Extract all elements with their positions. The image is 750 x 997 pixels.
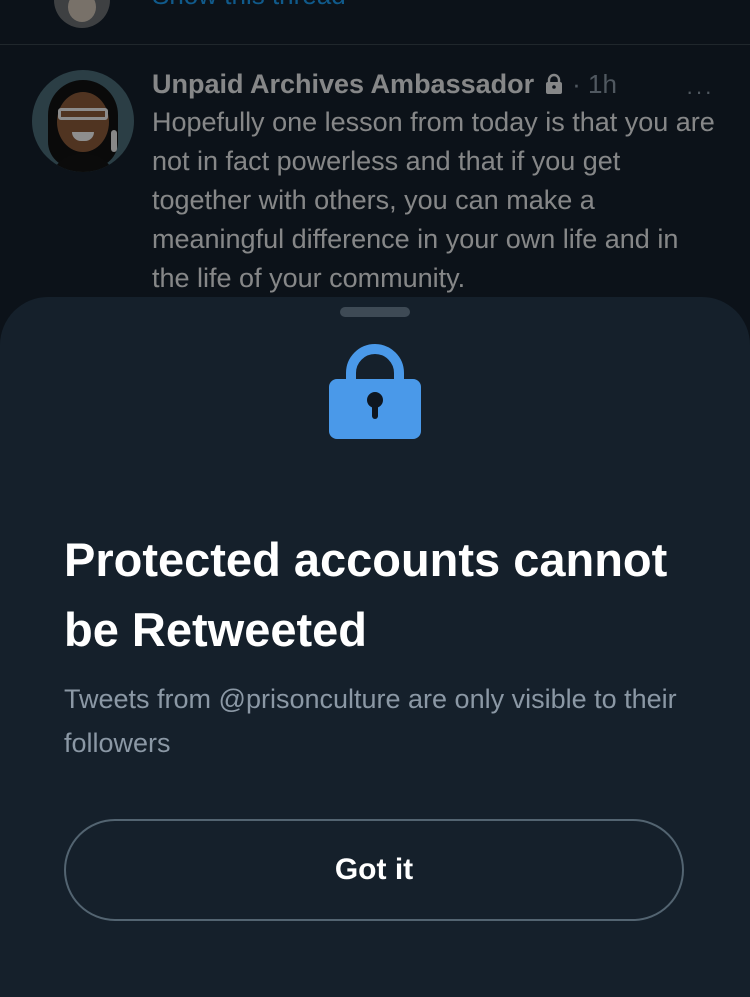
sheet-title: Protected accounts cannot be Retweeted — [64, 533, 668, 656]
sheet-handle[interactable] — [340, 307, 410, 317]
got-it-button[interactable]: Got it — [64, 819, 684, 921]
lock-icon — [329, 344, 421, 439]
bottom-sheet: Protected accounts cannot be Retweeted T… — [0, 297, 750, 997]
sheet-description: Tweets from @prisonculture are only visi… — [64, 684, 677, 758]
